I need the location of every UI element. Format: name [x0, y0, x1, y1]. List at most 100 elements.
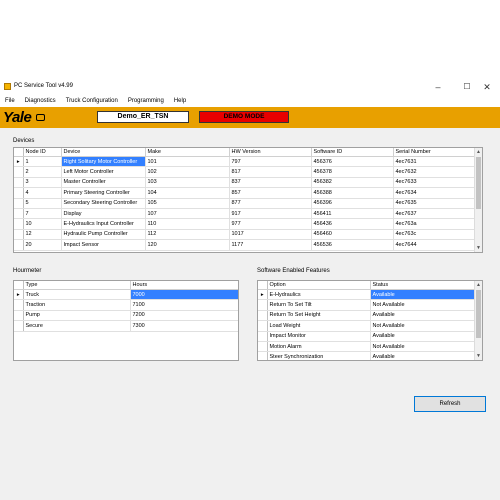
row-header[interactable] — [14, 320, 24, 332]
menu-programming[interactable]: Programming — [123, 96, 169, 107]
menu-truck-configuration[interactable]: Truck Configuration — [61, 96, 123, 107]
table-row[interactable]: Pump 7200 — [14, 310, 238, 322]
table-cell[interactable]: Motion Alarm — [267, 341, 371, 353]
row-pointer-icon[interactable]: ▸ — [14, 289, 24, 301]
table-cell[interactable]: 1177 — [229, 239, 312, 251]
table-cell[interactable]: 456411 — [311, 208, 394, 220]
table-row[interactable]: 7 Display 107 917 456411 4ec7637 — [14, 208, 477, 220]
table-row[interactable]: Traction 7100 — [14, 299, 238, 311]
table-cell[interactable]: 456382 — [311, 177, 394, 189]
table-row[interactable]: ▸ Truck 7000 — [14, 289, 238, 301]
table-cell[interactable]: 456376 — [311, 156, 394, 168]
column-header[interactable]: Type — [23, 281, 131, 290]
table-cell[interactable]: 7000 — [130, 289, 238, 301]
table-row[interactable]: 2 Left Motor Controller 102 817 456378 4ec763… — [14, 166, 477, 178]
row-header[interactable] — [258, 331, 268, 342]
table-cell[interactable]: Available — [370, 310, 475, 322]
table-cell[interactable]: 120 — [145, 239, 230, 251]
row-header[interactable] — [258, 310, 268, 322]
table-cell[interactable]: 857 — [229, 187, 312, 199]
row-header[interactable] — [14, 310, 24, 322]
table-row[interactable]: Impact Monitor Available — [258, 331, 475, 342]
row-header[interactable] — [258, 351, 268, 360]
table-row[interactable]: Secure 7300 — [14, 320, 238, 332]
table-row[interactable]: 20 Impact Sensor 120 1177 456536 4ec7644 — [14, 239, 477, 251]
table-cell[interactable]: 10 — [23, 218, 62, 230]
refresh-button[interactable]: Refresh — [414, 396, 486, 412]
row-header[interactable] — [14, 208, 24, 220]
menu-help[interactable]: Help — [169, 96, 191, 107]
table-cell[interactable]: Load Weight — [267, 320, 371, 332]
table-cell[interactable]: E-Hydraulics Input Controller — [61, 218, 146, 230]
column-header[interactable]: Software ID — [311, 148, 394, 157]
row-header[interactable] — [258, 341, 268, 353]
table-cell[interactable]: 5 — [23, 198, 62, 209]
row-header[interactable] — [14, 239, 24, 251]
table-cell[interactable]: 4ec763c — [393, 229, 477, 241]
row-header[interactable] — [14, 187, 24, 199]
table-cell[interactable]: Available — [370, 331, 475, 342]
table-cell[interactable]: Right Solitary Motor Controller — [61, 156, 146, 168]
table-cell[interactable]: 7100 — [130, 299, 238, 311]
row-header[interactable] — [14, 229, 24, 241]
column-header[interactable]: HW Version — [229, 148, 312, 157]
table-cell[interactable]: 2 — [23, 166, 62, 178]
table-cell[interactable]: 456460 — [311, 229, 394, 241]
table-cell[interactable]: 7300 — [130, 320, 238, 332]
table-cell[interactable]: Return To Set Height — [267, 310, 371, 322]
table-cell[interactable]: 456378 — [311, 166, 394, 178]
table-cell[interactable]: 104 — [145, 187, 230, 199]
table-cell[interactable]: 797 — [229, 156, 312, 168]
table-row[interactable]: 5 Secondary Steering Controller 105 877 4563… — [14, 198, 477, 209]
table-cell[interactable]: Not Available — [370, 341, 475, 353]
table-cell[interactable]: Truck — [23, 289, 131, 301]
table-row[interactable]: Steer Synchronization Available — [258, 351, 475, 360]
table-row[interactable]: Return To Set Height Available — [258, 310, 475, 322]
table-cell[interactable]: Primary Steering Controller — [61, 187, 146, 199]
table-cell[interactable]: 4ec7635 — [393, 198, 477, 209]
column-header[interactable]: Hours — [130, 281, 238, 290]
table-cell[interactable]: Master Controller — [61, 177, 146, 189]
scroll-thumb[interactable] — [476, 157, 481, 209]
minimize-icon[interactable]: – — [426, 80, 450, 94]
table-row[interactable]: Motion Alarm Not Available — [258, 341, 475, 353]
table-cell[interactable]: Impact Monitor — [267, 331, 371, 342]
scroll-down-icon[interactable]: ▼ — [475, 244, 482, 252]
table-cell[interactable]: Hydraulic Pump Controller — [61, 229, 146, 241]
hourmeter-grid[interactable]: Type Hours ▸ Truck 7000 Traction 7100 Pump 7200… — [13, 280, 239, 361]
table-cell[interactable]: 456436 — [311, 218, 394, 230]
table-cell[interactable]: 917 — [229, 208, 312, 220]
table-cell[interactable]: 112 — [145, 229, 230, 241]
table-cell[interactable]: Impact Sensor — [61, 239, 146, 251]
table-row[interactable]: Return To Set Tilt Not Available — [258, 299, 475, 311]
table-cell[interactable]: E-Hydraulics — [267, 289, 371, 301]
table-cell[interactable]: 977 — [229, 218, 312, 230]
table-cell[interactable]: 837 — [229, 177, 312, 189]
table-cell[interactable]: Secure — [23, 320, 131, 332]
table-row[interactable]: 12 Hydraulic Pump Controller 112 1017 456460… — [14, 229, 477, 241]
row-header[interactable] — [258, 299, 268, 311]
table-cell[interactable]: 877 — [229, 198, 312, 209]
row-header[interactable] — [14, 218, 24, 230]
table-cell[interactable]: 107 — [145, 208, 230, 220]
table-cell[interactable]: Traction — [23, 299, 131, 311]
table-row[interactable]: ▸ E-Hydraulics Available — [258, 289, 475, 301]
table-cell[interactable]: 4 — [23, 187, 62, 199]
features-scrollbar[interactable]: ▲ ▼ — [474, 281, 482, 360]
table-cell[interactable]: 101 — [145, 156, 230, 168]
table-cell[interactable]: 110 — [145, 218, 230, 230]
column-header[interactable]: Device — [61, 148, 146, 157]
table-cell[interactable]: 12 — [23, 229, 62, 241]
table-cell[interactable]: 4ec7632 — [393, 166, 477, 178]
column-header[interactable]: Option — [267, 281, 371, 290]
table-cell[interactable]: 456388 — [311, 187, 394, 199]
table-cell[interactable]: Return To Set Tilt — [267, 299, 371, 311]
table-cell[interactable]: Steer Synchronization — [267, 351, 371, 360]
table-row[interactable]: 3 Master Controller 103 837 456382 4ec7633 — [14, 177, 477, 189]
table-row[interactable]: 4 Primary Steering Controller 104 857 456388… — [14, 187, 477, 199]
column-header[interactable]: Status — [370, 281, 475, 290]
table-cell[interactable]: 3 — [23, 177, 62, 189]
scroll-down-icon[interactable]: ▼ — [475, 352, 482, 360]
table-cell[interactable]: 103 — [145, 177, 230, 189]
table-cell[interactable]: Available — [370, 289, 475, 301]
